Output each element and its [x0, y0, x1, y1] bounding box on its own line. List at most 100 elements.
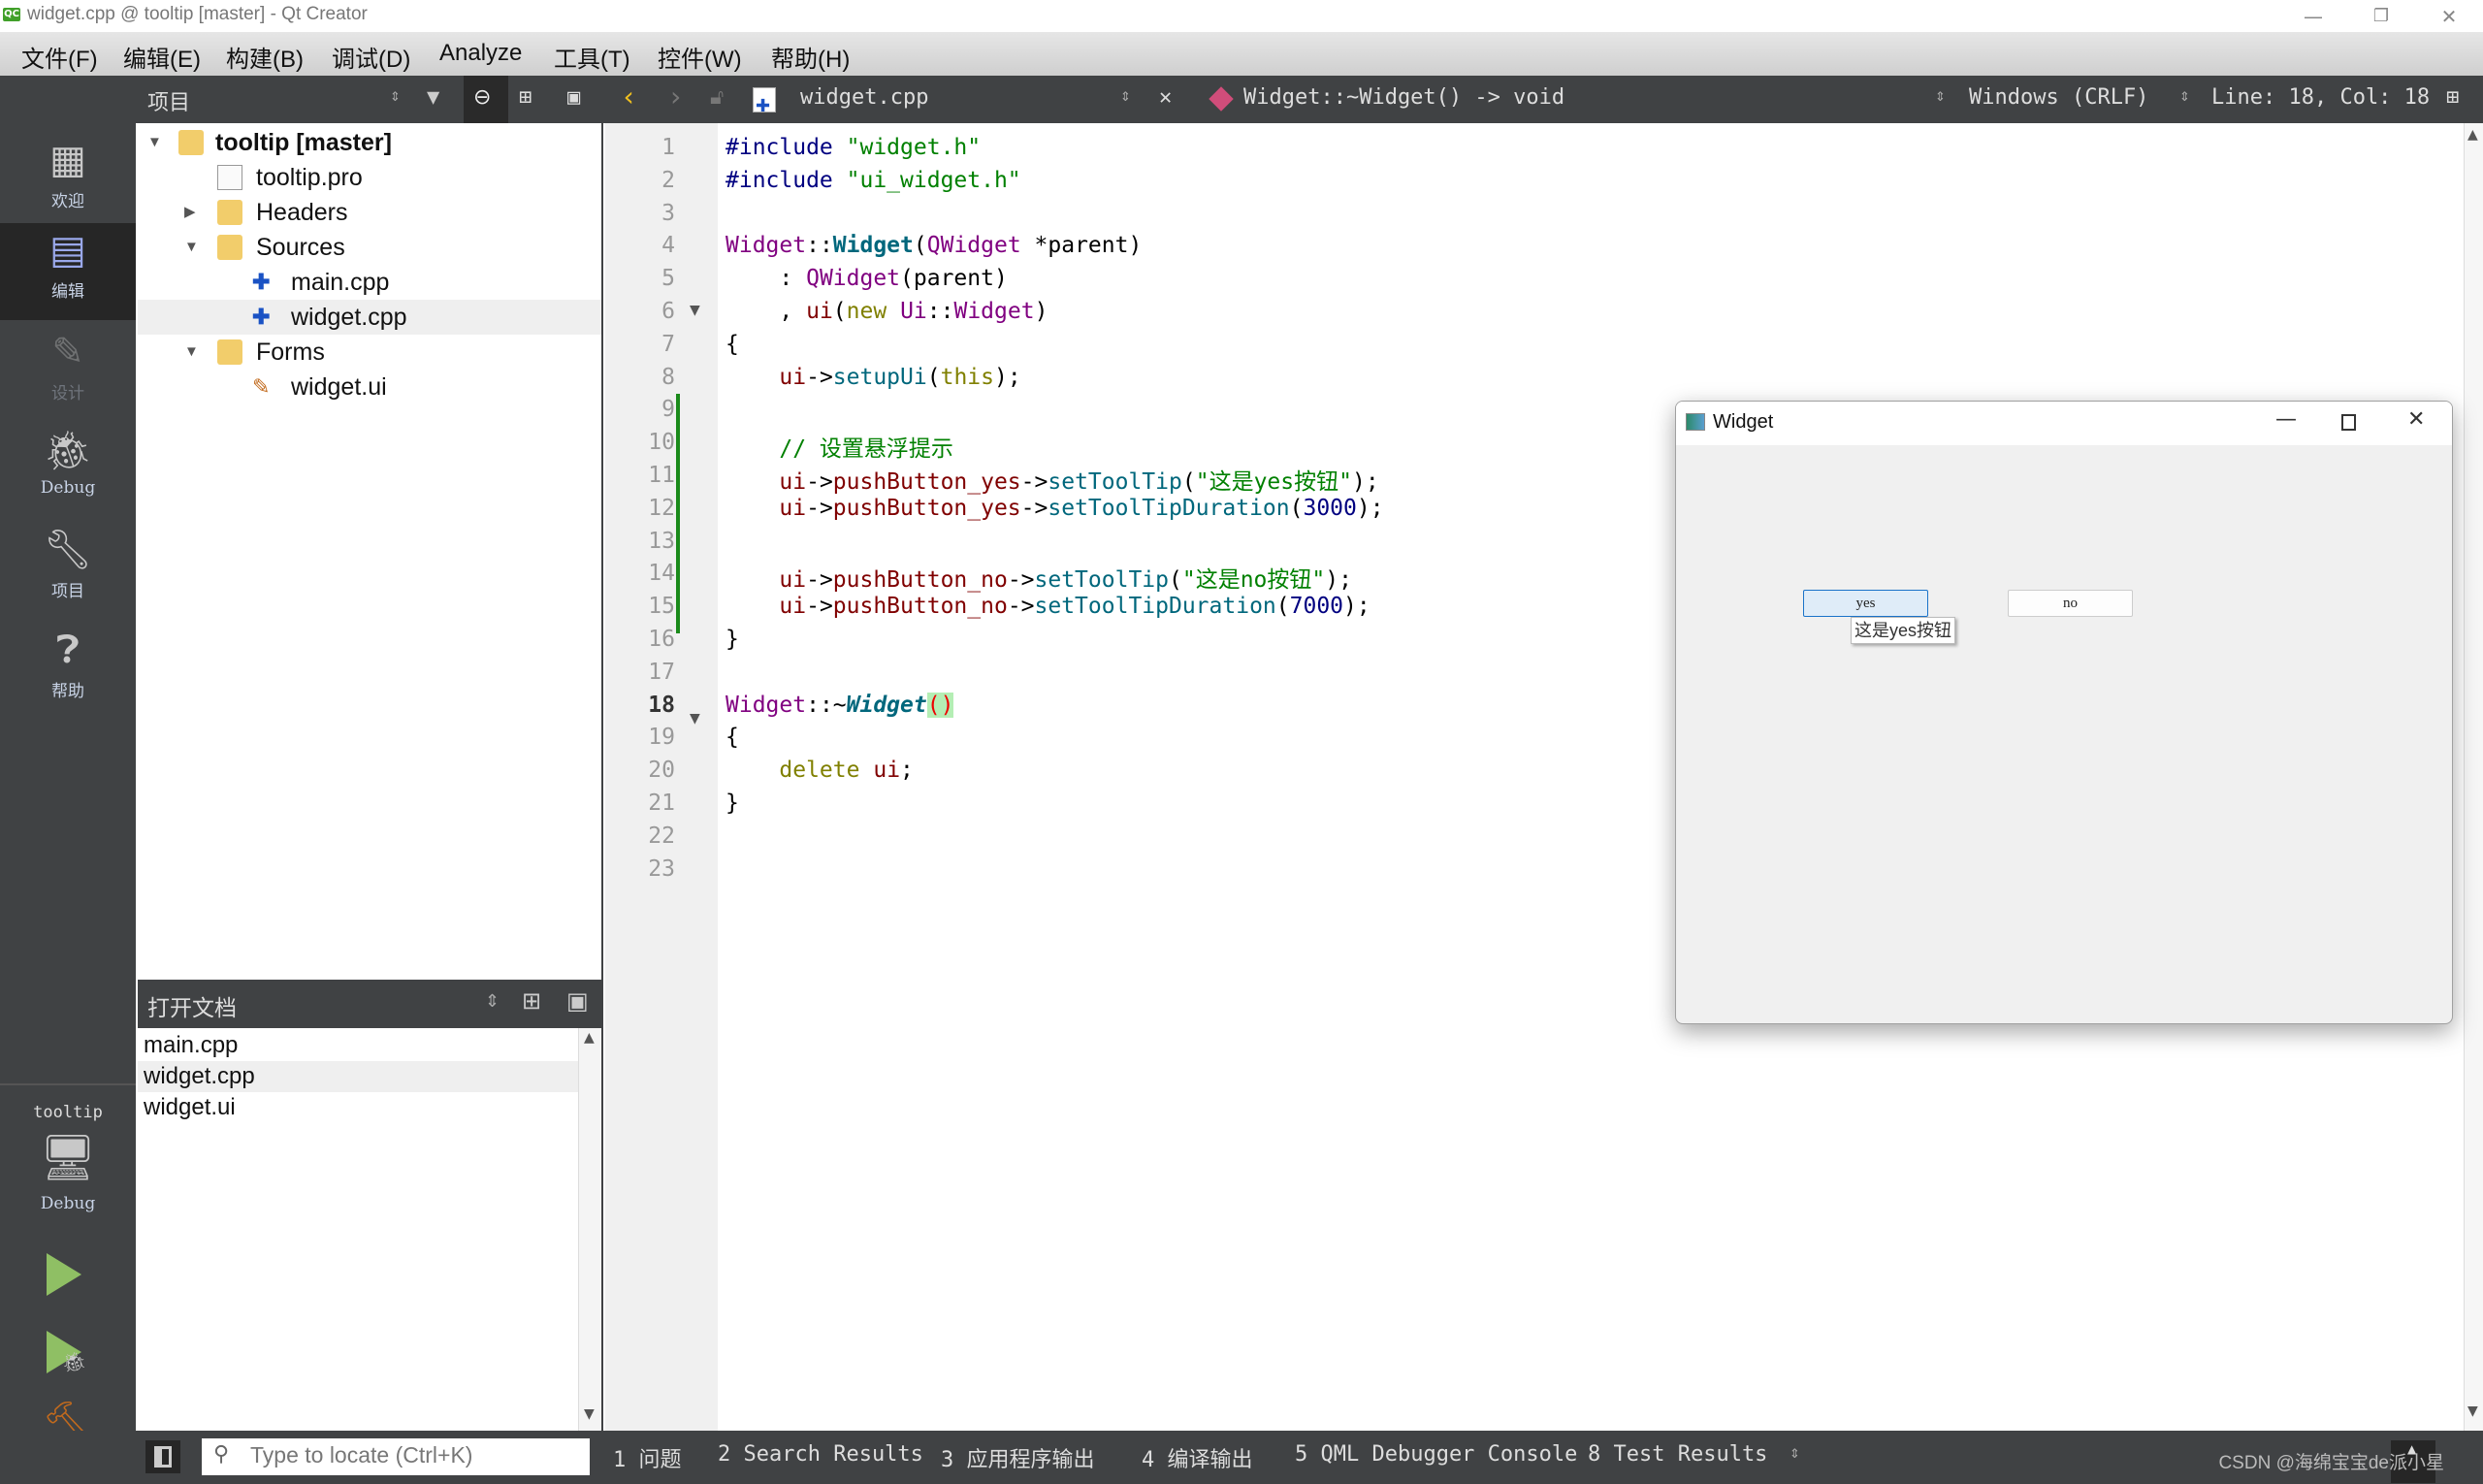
selector-arrows-icon[interactable]: ⇕ [390, 85, 401, 106]
mode-projects[interactable]: 🔧︎ 项目 [0, 523, 136, 620]
expanded-arrow-icon[interactable]: ▼ [147, 125, 162, 160]
window-title: widget.cpp @ tooltip [master] - Qt Creat… [27, 4, 368, 24]
restore-button[interactable]: ❐ [2352, 2, 2410, 31]
code-line[interactable]: : QWidget(parent) [726, 266, 1007, 291]
tree-item-main-cpp[interactable]: ✚ main.cpp [138, 265, 601, 300]
mode-debug[interactable]: 🐞︎ Debug [0, 424, 136, 521]
scroll-down-icon[interactable]: ▼ [584, 1406, 595, 1422]
symbol-arrows-icon[interactable]: ⇕ [1935, 85, 1946, 106]
code-line[interactable]: ui->pushButton_yes->setToolTipDuration(3… [726, 496, 1383, 521]
selector-arrows-icon[interactable]: ⇕ [485, 991, 500, 1012]
code-line[interactable]: Widget::~Widget() [726, 692, 954, 718]
split-icon[interactable]: ⊞ [519, 85, 532, 110]
menu-debug[interactable]: 调试(D) [332, 40, 410, 74]
run-button[interactable] [47, 1253, 81, 1296]
output-tab-search-results[interactable]: 2 Search Results [718, 1442, 923, 1467]
tree-item-forms[interactable]: ▼ Forms [138, 335, 601, 370]
more-tabs-arrows-icon[interactable]: ⇕ [1790, 1442, 1800, 1463]
menu-analyze[interactable]: Analyze [439, 40, 522, 67]
tree-label: Sources [256, 234, 345, 261]
docs-scrollbar[interactable]: ▲ ▼ [578, 1028, 601, 1431]
output-tab-issues[interactable]: 1 问题 [613, 1442, 682, 1473]
yes-button[interactable]: yes [1803, 590, 1928, 617]
expanded-arrow-icon[interactable]: ▼ [184, 230, 199, 265]
tree-item-sources[interactable]: ▼ Sources [138, 230, 601, 265]
code-line[interactable]: #include "ui_widget.h" [726, 168, 1021, 193]
tree-label: Forms [256, 339, 325, 366]
code-line[interactable]: ui->pushButton_yes->setToolTip("这是yes按钮"… [726, 463, 1378, 496]
filter-icon[interactable]: ▼ [427, 85, 439, 110]
editor-scrollbar[interactable]: ▲ ▼ [2464, 123, 2483, 1431]
close-sidebar-icon[interactable]: ▣ [567, 85, 580, 110]
cursor-position[interactable]: Line: 18, Col: 18 [2211, 85, 2430, 110]
tree-item-widget-cpp[interactable]: ✚ widget.cpp [138, 300, 601, 335]
code-line[interactable]: ui->setupUi(this); [726, 365, 1020, 390]
widget-close-button[interactable]: ✕ [2407, 407, 2425, 432]
fold-arrow-icon[interactable]: ▼ [690, 303, 700, 318]
tree-item-pro-file[interactable]: tooltip.pro [138, 160, 601, 195]
line-ending-arrows-icon[interactable]: ⇕ [2179, 85, 2190, 106]
close-button[interactable]: ✕ [2420, 2, 2478, 31]
widget-maximize-button[interactable] [2341, 414, 2356, 431]
widget-minimize-button[interactable]: — [2275, 407, 2297, 432]
close-pane-icon[interactable]: ▣ [566, 987, 589, 1015]
scroll-down-icon[interactable]: ▼ [2467, 1403, 2478, 1419]
line-ending-selector[interactable]: Windows (CRLF) [1969, 85, 2148, 110]
file-selector-arrows-icon[interactable]: ⇕ [1120, 85, 1131, 106]
project-view-selector[interactable]: 项目 [147, 85, 190, 116]
symbol-selector[interactable]: Widget::~Widget() -> void [1243, 85, 1564, 110]
no-button[interactable]: no [2008, 590, 2133, 617]
minimize-button[interactable]: — [2284, 2, 2342, 31]
code-line[interactable]: ui->pushButton_no->setToolTipDuration(70… [726, 594, 1370, 619]
current-file-name[interactable]: widget.cpp [800, 85, 928, 110]
code-line[interactable]: } [726, 627, 739, 652]
code-line[interactable]: , ui(new Ui::Widget) [726, 299, 1048, 324]
code-line[interactable]: } [726, 790, 739, 816]
scroll-up-icon[interactable]: ▲ [584, 1030, 595, 1046]
locator-input[interactable]: ⚲ Type to locate (Ctrl+K) [202, 1438, 590, 1475]
forward-arrow-icon[interactable]: › [667, 81, 684, 113]
code-line[interactable]: { [726, 725, 739, 750]
output-tab-app-output[interactable]: 3 应用程序输出 [941, 1442, 1095, 1473]
line-number: 17 [648, 659, 675, 685]
menu-file[interactable]: 文件(F) [21, 40, 98, 74]
mode-help[interactable]: ❓︎ 帮助 [0, 623, 136, 720]
toggle-sidebar-button[interactable] [145, 1440, 180, 1473]
open-doc-item[interactable]: widget.cpp [138, 1061, 578, 1092]
close-file-icon[interactable]: ✕ [1159, 85, 1172, 110]
menu-tools[interactable]: 工具(T) [554, 40, 630, 74]
open-doc-item[interactable]: widget.ui [144, 1092, 578, 1123]
cpp-file-icon: ✚ [252, 305, 271, 329]
sync-link-button[interactable]: ⊖ [464, 76, 508, 123]
kit-selector[interactable]: tooltip 🖥︎ Debug [0, 1093, 136, 1248]
output-tab-compile-output[interactable]: 4 编译输出 [1142, 1442, 1253, 1473]
split-icon[interactable]: ⊞ [522, 987, 541, 1015]
menu-controls[interactable]: 控件(W) [658, 40, 742, 74]
output-tab-qml-console[interactable]: 5 QML Debugger Console [1295, 1442, 1577, 1467]
code-line[interactable]: // 设置悬浮提示 [726, 430, 953, 463]
tree-item-widget-ui[interactable]: ✎ widget.ui [138, 370, 601, 404]
fold-arrow-icon[interactable]: ▼ [690, 711, 700, 726]
menu-build[interactable]: 构建(B) [226, 40, 304, 74]
code-line[interactable]: Widget::Widget(QWidget *parent) [726, 233, 1142, 258]
split-editor-icon[interactable]: ⊞ [2446, 85, 2459, 110]
mode-design[interactable]: ✎ 设计 [0, 325, 136, 422]
mode-edit[interactable]: ▤ 编辑 [0, 223, 136, 320]
back-arrow-icon[interactable]: ‹ [621, 81, 637, 113]
code-line[interactable]: #include "widget.h" [726, 135, 981, 160]
collapsed-arrow-icon[interactable]: ▶ [184, 195, 196, 230]
help-icon: ❓︎ [55, 628, 81, 672]
code-line[interactable]: ui->pushButton_no->setToolTip("这是no按钮"); [726, 561, 1352, 594]
scroll-up-icon[interactable]: ▲ [2467, 127, 2478, 143]
yes-button-tooltip: 这是yes按钮 [1851, 617, 1956, 644]
tree-item-headers[interactable]: ▶ Headers [138, 195, 601, 230]
tree-item-project[interactable]: ▼ tooltip [master] [138, 125, 601, 160]
menu-help[interactable]: 帮助(H) [771, 40, 850, 74]
expanded-arrow-icon[interactable]: ▼ [184, 335, 199, 370]
mode-welcome[interactable]: ▦ 欢迎 [0, 133, 136, 230]
output-tab-test-results[interactable]: 8 Test Results [1588, 1442, 1767, 1467]
code-line[interactable]: delete ui; [726, 758, 914, 783]
menu-edit[interactable]: 编辑(E) [123, 40, 201, 74]
open-doc-item[interactable]: main.cpp [144, 1030, 578, 1061]
code-line[interactable]: { [726, 332, 739, 357]
